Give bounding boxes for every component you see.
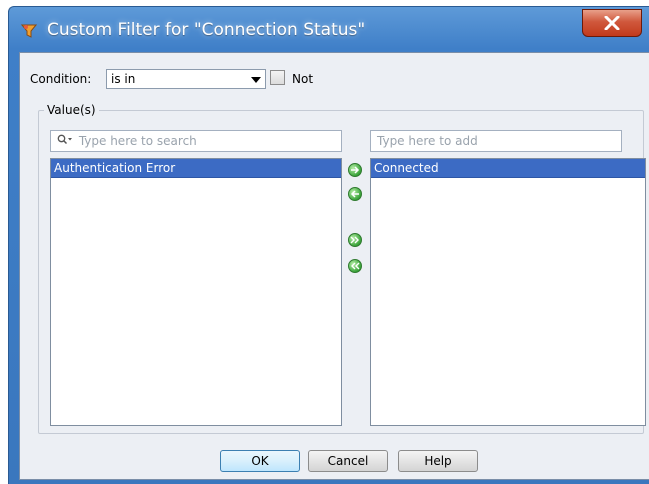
- search-icon: [57, 134, 72, 145]
- title-bar[interactable]: Custom Filter for "Connection Status": [9, 7, 649, 51]
- move-left-button[interactable]: [348, 187, 362, 201]
- selected-values-list[interactable]: Connected: [370, 158, 646, 426]
- chevron-down-icon: [251, 77, 261, 83]
- ok-button[interactable]: OK: [220, 450, 300, 472]
- dialog-window: Custom Filter for "Connection Status" Co…: [8, 6, 649, 484]
- search-placeholder: Type here to search: [78, 134, 197, 148]
- arrow-left-icon: [350, 190, 359, 198]
- condition-select[interactable]: is in: [106, 69, 266, 89]
- close-button[interactable]: [582, 9, 642, 37]
- add-value-placeholder: Type here to add: [377, 134, 478, 148]
- values-group-label: Value(s): [44, 103, 99, 117]
- move-all-left-button[interactable]: [348, 259, 362, 273]
- double-arrow-left-icon: [351, 262, 360, 270]
- move-right-button[interactable]: [348, 163, 362, 177]
- move-all-right-button[interactable]: [348, 233, 362, 247]
- search-input[interactable]: Type here to search: [50, 130, 342, 152]
- window-title: Custom Filter for "Connection Status": [47, 20, 366, 40]
- not-label: Not: [292, 72, 314, 86]
- arrow-right-icon: [351, 166, 360, 174]
- available-values-list[interactable]: Authentication Error: [50, 158, 342, 426]
- double-arrow-right-icon: [350, 236, 359, 244]
- condition-value: is in: [111, 72, 136, 86]
- list-item-connected[interactable]: Connected: [371, 159, 645, 178]
- add-value-input[interactable]: Type here to add: [370, 130, 622, 152]
- list-item-authentication-error[interactable]: Authentication Error: [51, 159, 341, 178]
- filter-funnel-icon: [21, 24, 37, 38]
- help-button[interactable]: Help: [398, 450, 478, 472]
- condition-label: Condition:: [30, 72, 92, 86]
- close-icon: [604, 16, 620, 30]
- not-checkbox[interactable]: [270, 70, 285, 85]
- dialog-content: Condition: is in Not Value(s) Type here …: [19, 52, 649, 480]
- cancel-button[interactable]: Cancel: [308, 450, 388, 472]
